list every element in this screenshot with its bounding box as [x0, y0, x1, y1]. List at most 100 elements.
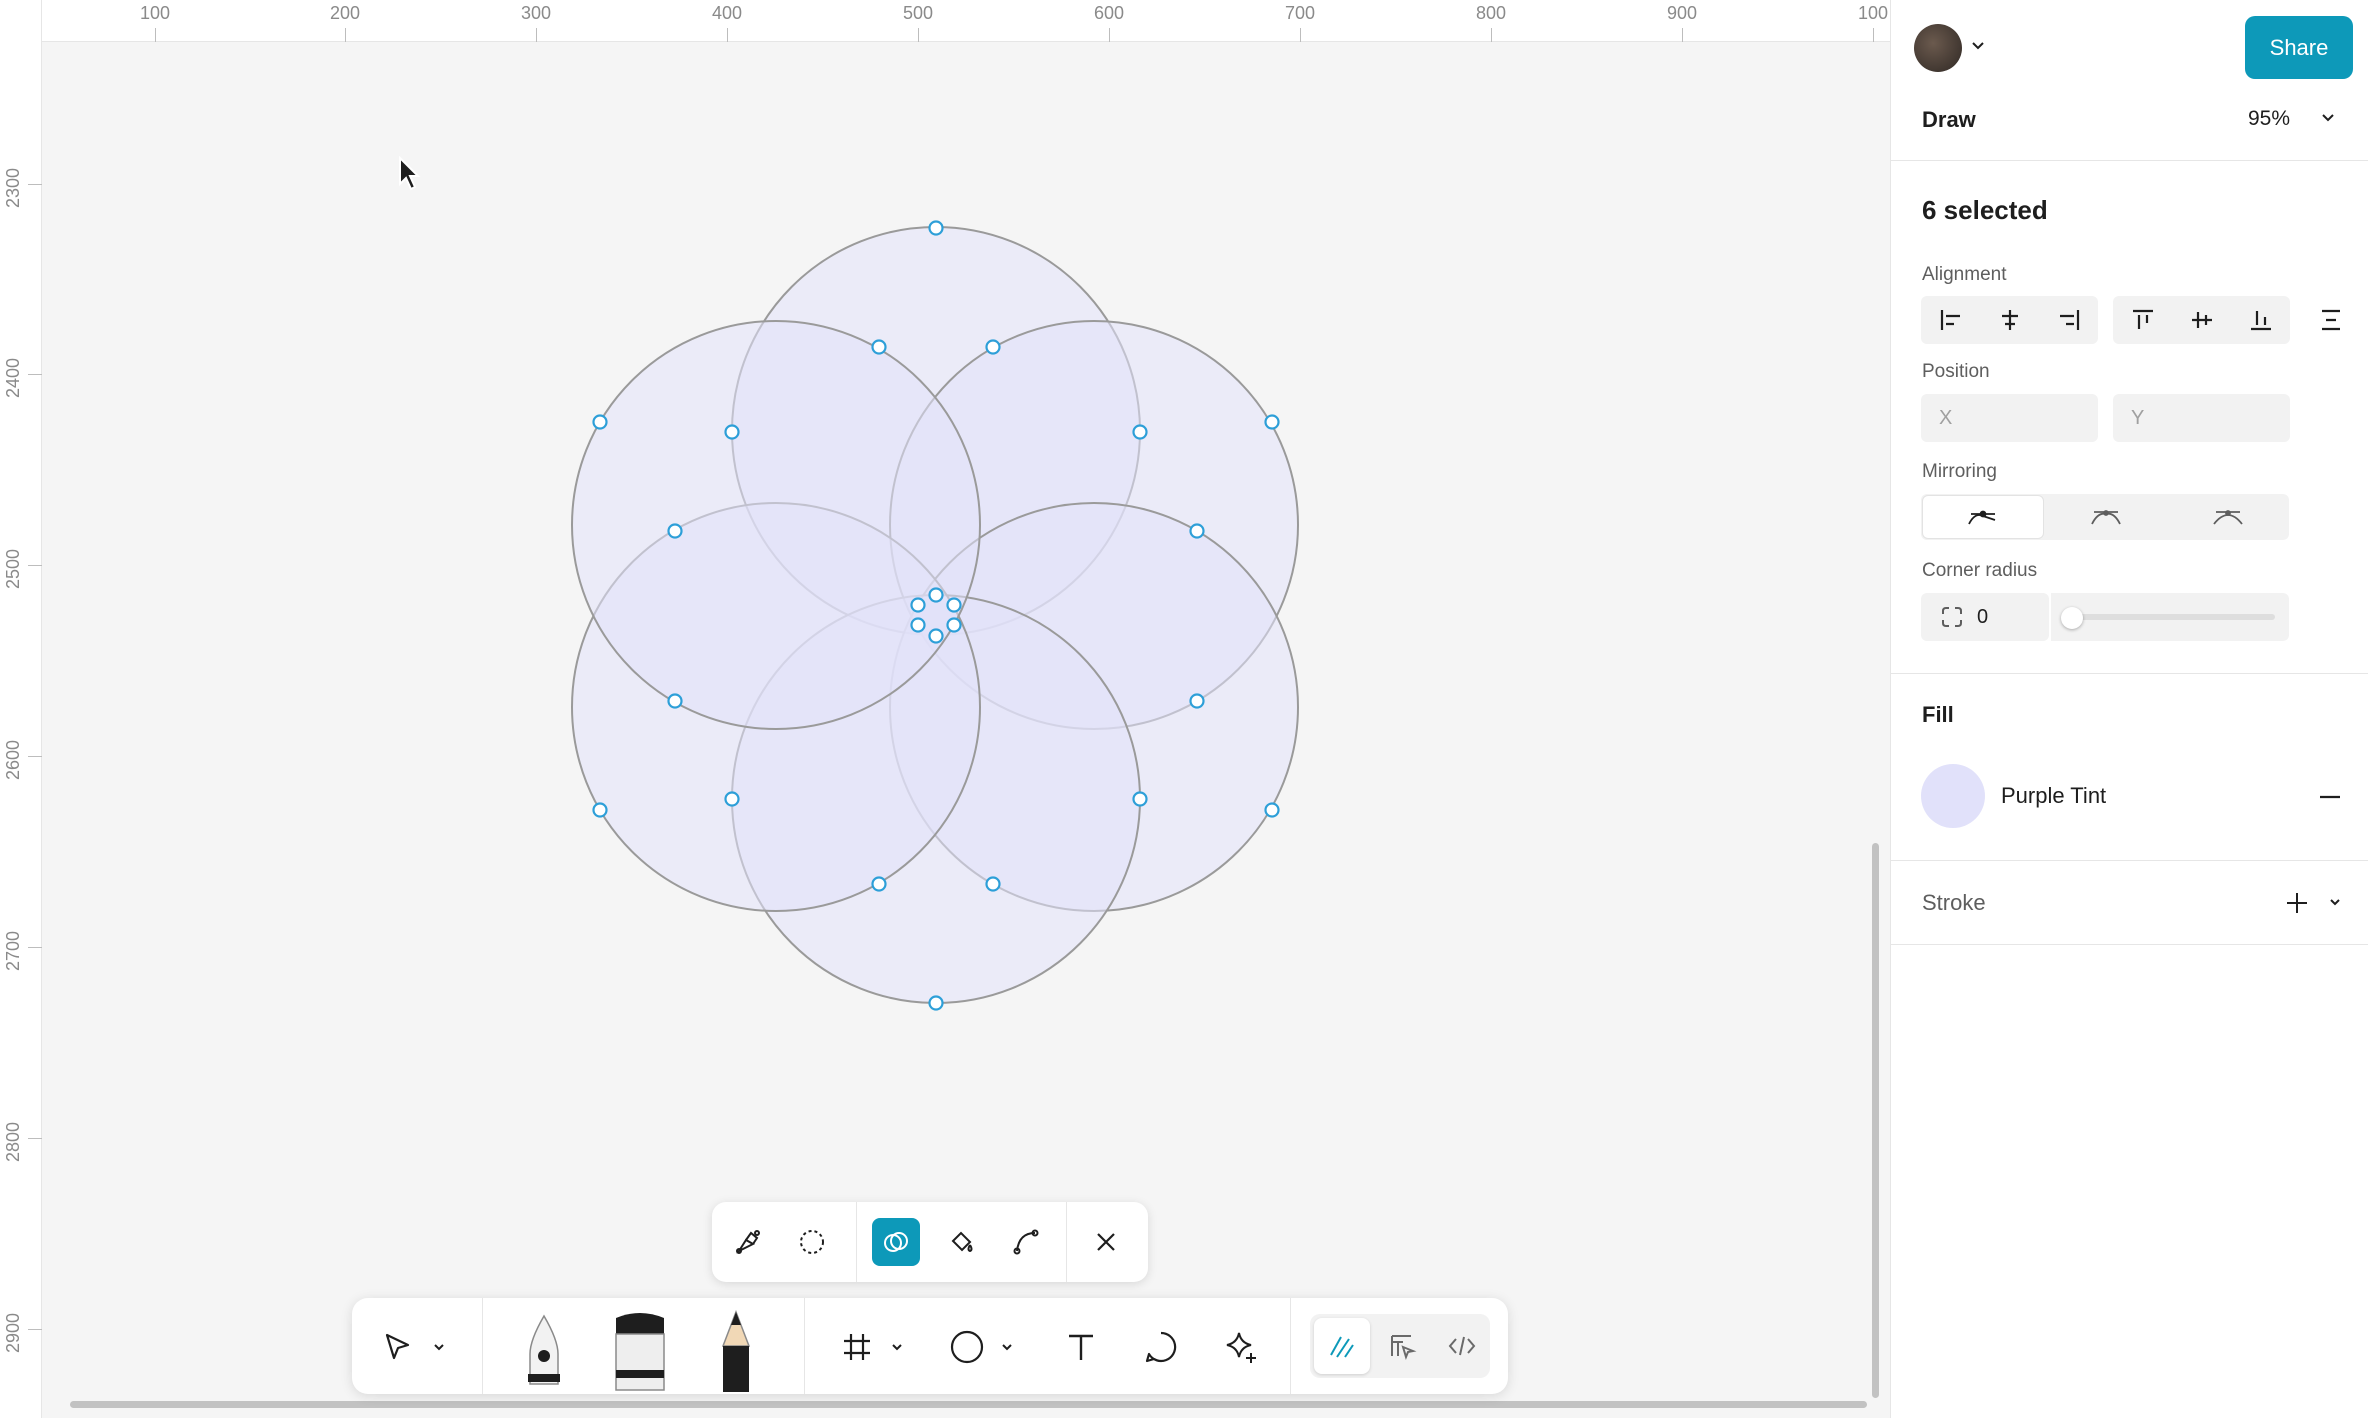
move-icon[interactable]	[372, 1322, 422, 1372]
vector-edit-toolbar	[712, 1202, 1148, 1282]
mirror-none-icon[interactable]	[1922, 495, 2044, 539]
pen-vector-icon[interactable]	[726, 1220, 770, 1264]
vector-handle[interactable]	[724, 424, 740, 440]
vector-handle[interactable]	[946, 617, 962, 633]
position-heading: Position	[1922, 361, 1990, 382]
vector-handle[interactable]	[724, 791, 740, 807]
ellipse-icon[interactable]	[942, 1322, 992, 1372]
mirror-angle-icon[interactable]	[2045, 494, 2167, 540]
align-top-icon[interactable]	[2113, 296, 2172, 344]
chevron-down-icon[interactable]	[2320, 112, 2336, 124]
toolbar-divider	[1066, 1202, 1067, 1282]
vector-handle[interactable]	[1132, 791, 1148, 807]
alignment-heading: Alignment	[1922, 264, 2007, 285]
align-right-icon[interactable]	[2039, 296, 2098, 344]
text-icon[interactable]	[1056, 1322, 1106, 1372]
remove-fill-icon[interactable]	[2318, 785, 2342, 809]
vector-handle[interactable]	[1264, 802, 1280, 818]
pen-icon[interactable]	[512, 1304, 576, 1394]
dev-mode-icon[interactable]	[1434, 1318, 1490, 1374]
fill-style-name[interactable]: Purple Tint	[2001, 783, 2106, 809]
align-horizontal-center-icon[interactable]	[1980, 296, 2039, 344]
pencil-icon[interactable]	[708, 1308, 764, 1394]
toolbar-divider	[1290, 1298, 1291, 1394]
share-button[interactable]: Share	[2245, 16, 2353, 79]
vector-handle[interactable]	[871, 876, 887, 892]
ai-sparkle-icon[interactable]	[1216, 1322, 1266, 1372]
vector-handle[interactable]	[667, 693, 683, 709]
vector-handle[interactable]	[592, 802, 608, 818]
close-icon[interactable]	[1084, 1220, 1128, 1264]
main-toolbar	[352, 1298, 1508, 1394]
vector-handle[interactable]	[1189, 523, 1205, 539]
vertical-scrollbar[interactable]	[1872, 843, 1879, 1398]
mirroring-heading: Mirroring	[1922, 461, 1997, 482]
vector-handle[interactable]	[871, 339, 887, 355]
avatar[interactable]	[1914, 24, 1962, 72]
vector-handle[interactable]	[1189, 693, 1205, 709]
vector-handle[interactable]	[946, 597, 962, 613]
draw-mode-icon[interactable]	[1314, 1318, 1370, 1374]
vector-handle[interactable]	[910, 597, 926, 613]
divider	[1890, 860, 2368, 861]
vector-handle[interactable]	[667, 523, 683, 539]
slider-track	[2071, 614, 2275, 620]
vector-handle[interactable]	[910, 617, 926, 633]
frame-icon[interactable]	[832, 1322, 882, 1372]
vector-handle[interactable]	[928, 220, 944, 236]
vector-handle[interactable]	[1264, 414, 1280, 430]
add-stroke-icon[interactable]	[2284, 890, 2310, 916]
align-bottom-icon[interactable]	[2231, 296, 2290, 344]
mouse-cursor-icon	[399, 156, 421, 191]
divider	[1890, 160, 2368, 161]
vector-handle[interactable]	[928, 628, 944, 644]
zoom-level[interactable]: 95%	[2248, 107, 2290, 131]
vector-handle[interactable]	[928, 587, 944, 603]
lasso-icon[interactable]	[790, 1220, 834, 1264]
chevron-down-icon[interactable]	[996, 1332, 1018, 1362]
bend-tool-icon[interactable]	[1004, 1220, 1048, 1264]
petal-circle-top-left[interactable]	[571, 320, 981, 730]
mode-label: Draw	[1922, 107, 1976, 132]
distribute-icon[interactable]	[2306, 296, 2356, 344]
canvas[interactable]: 100 200 300 400 500 600 700 800 900 100 …	[0, 0, 1890, 1418]
chevron-down-icon[interactable]	[1970, 40, 1986, 52]
vector-handle[interactable]	[985, 876, 1001, 892]
position-x-field[interactable]: X	[1921, 394, 2098, 442]
chevron-down-icon[interactable]	[2328, 897, 2342, 909]
toolbar-divider	[856, 1202, 857, 1282]
align-vertical-center-icon[interactable]	[2172, 296, 2231, 344]
horizontal-scrollbar[interactable]	[70, 1401, 1867, 1408]
divider	[1890, 673, 2368, 674]
corner-radius-slider[interactable]	[2051, 593, 2289, 641]
vertical-align-group	[2113, 296, 2290, 344]
marker-icon[interactable]	[608, 1308, 672, 1394]
chevron-down-icon[interactable]	[428, 1332, 450, 1362]
stroke-heading: Stroke	[1922, 890, 1986, 915]
toolbar-divider	[482, 1298, 483, 1394]
align-left-icon[interactable]	[1921, 296, 1980, 344]
mirror-angle-length-icon[interactable]	[2167, 494, 2289, 540]
vector-handle[interactable]	[928, 995, 944, 1011]
corner-radius-heading: Corner radius	[1922, 560, 2038, 581]
shape-builder-icon[interactable]	[872, 1218, 920, 1266]
vector-handle[interactable]	[1132, 424, 1148, 440]
comment-icon[interactable]	[1136, 1322, 1186, 1372]
fill-heading: Fill	[1922, 702, 1954, 727]
divider	[1890, 944, 2368, 945]
position-y-field[interactable]: Y	[2113, 394, 2290, 442]
corner-radius-value: 0	[1977, 605, 1989, 628]
fill-color-swatch[interactable]	[1921, 764, 1985, 828]
corner-radius-field[interactable]: 0	[1921, 593, 2049, 641]
toolbar-divider	[804, 1298, 805, 1394]
slider-knob[interactable]	[2061, 607, 2083, 629]
chevron-down-icon[interactable]	[886, 1332, 908, 1362]
paint-bucket-icon[interactable]	[940, 1220, 984, 1264]
corner-radius-icon	[1942, 607, 1962, 627]
horizontal-align-group	[1921, 296, 2098, 344]
design-mode-icon[interactable]	[1374, 1318, 1430, 1374]
vector-handle[interactable]	[985, 339, 1001, 355]
selection-count: 6 selected	[1922, 195, 2048, 225]
mirroring-control	[1921, 494, 2289, 540]
vector-handle[interactable]	[592, 414, 608, 430]
